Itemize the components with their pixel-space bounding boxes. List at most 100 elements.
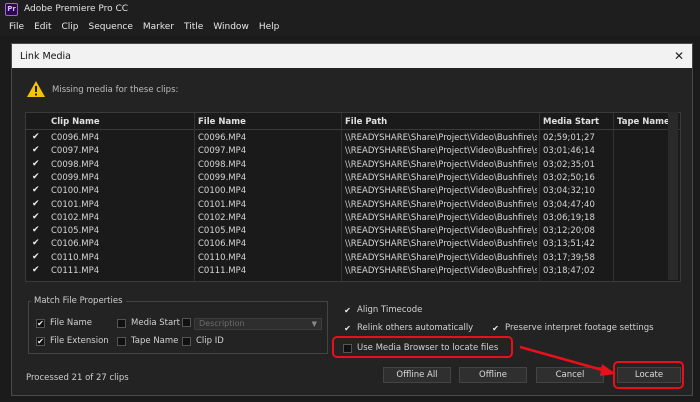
missing-media-message: Missing media for these clips: (52, 85, 179, 95)
clip-id-label: Clip ID (196, 336, 224, 346)
menu-edit[interactable]: Edit (34, 22, 51, 32)
preserve-interpret-checkbox[interactable]: ✔ (491, 324, 500, 333)
clip-name-cell: C0097.MP4 (51, 146, 100, 157)
table-row[interactable]: ✔ C0111.MP4 C0111.MP4 \\READYSHARE\Share\Pr… (26, 265, 680, 278)
clip-name-cell: C0102.MP4 (51, 212, 100, 223)
media-start-cell: 03;12;20;08 (543, 226, 595, 237)
clip-name-cell: C0098.MP4 (51, 159, 100, 170)
tape-name-checkbox[interactable] (117, 336, 126, 346)
description-dropdown[interactable]: Description ▼ (194, 318, 322, 330)
file-name-checkbox[interactable]: ✔ (36, 318, 45, 328)
column-header-media-start[interactable]: Media Start (543, 117, 599, 127)
clip-name-cell: C0100.MP4 (51, 186, 100, 197)
column-header-file-path[interactable]: File Path (345, 117, 387, 127)
media-start-checkbox[interactable] (117, 318, 126, 328)
table-row[interactable]: ✔ C0101.MP4 C0101.MP4 \\READYSHARE\Share\Pr… (26, 199, 680, 212)
file-path-cell: \\READYSHARE\Share\Project\Video\Bushfir… (345, 146, 537, 157)
file-name-cell: C0100.MP4 (198, 186, 247, 197)
option-file-name[interactable]: ✔ File Name (36, 318, 92, 328)
arrow-icon (519, 345, 616, 376)
file-extension-label: File Extension (50, 336, 109, 346)
table-row[interactable]: ✔ C0102.MP4 C0102.MP4 \\READYSHARE\Share\Pr… (26, 212, 680, 225)
row-checkbox[interactable]: ✔ (32, 199, 40, 209)
menu-clip[interactable]: Clip (62, 22, 79, 32)
clip-id-checkbox[interactable] (182, 336, 191, 346)
description-checkbox[interactable] (182, 318, 191, 327)
row-checkbox[interactable]: ✔ (32, 145, 40, 155)
menu-marker[interactable]: Marker (143, 22, 174, 32)
menu-window[interactable]: Window (213, 22, 249, 32)
clip-name-cell: C0106.MP4 (51, 239, 100, 250)
option-relink-others[interactable]: ✔ Relink others automatically (343, 323, 473, 333)
option-tape-name[interactable]: Tape Name (117, 336, 178, 346)
relink-others-checkbox[interactable]: ✔ (343, 324, 352, 333)
row-checkbox[interactable]: ✔ (32, 225, 40, 235)
file-extension-checkbox[interactable]: ✔ (36, 336, 45, 346)
relink-others-label: Relink others automatically (357, 323, 474, 333)
table-row[interactable]: ✔ C0106.MP4 C0106.MP4 \\READYSHARE\Share\Pr… (26, 238, 680, 251)
align-timecode-checkbox[interactable]: ✔ (343, 306, 352, 315)
option-preserve-interpret[interactable]: ✔ Preserve interpret footage settings (491, 323, 654, 333)
column-header-file-name[interactable]: File Name (198, 117, 246, 127)
locate-highlight (613, 361, 684, 389)
table-row[interactable]: ✔ C0096.MP4 C0096.MP4 \\READYSHARE\Share\Pr… (26, 132, 680, 145)
table-row[interactable]: ✔ C0110.MP4 C0110.MP4 \\READYSHARE\Share\Pr… (26, 252, 680, 265)
file-path-cell: \\READYSHARE\Share\Project\Video\Bushfir… (345, 199, 537, 210)
file-name-cell: C0101.MP4 (198, 199, 247, 210)
premiere-app-icon: Pr (5, 2, 18, 16)
warning-icon (27, 81, 45, 97)
tape-name-label: Tape Name (131, 336, 179, 346)
file-name-cell: C0111.MP4 (198, 266, 247, 276)
menu-sequence[interactable]: Sequence (89, 22, 133, 32)
media-browser-highlight (332, 336, 513, 358)
menu-bar: File Edit Clip Sequence Marker Title Win… (0, 18, 700, 36)
link-media-dialog: Link Media ✕ Missing media for these cli… (11, 43, 693, 396)
option-media-start[interactable]: Media Start (117, 318, 180, 328)
table-scrollbar[interactable] (668, 112, 678, 280)
table-row[interactable]: ✔ C0097.MP4 C0097.MP4 \\READYSHARE\Share\Pr… (26, 145, 680, 158)
column-header-clip-name[interactable]: Clip Name (51, 117, 100, 127)
option-align-timecode[interactable]: ✔ Align Timecode (343, 305, 422, 315)
row-checkbox[interactable]: ✔ (32, 132, 40, 142)
missing-clips-table: Clip Name File Name File Path Media Star… (25, 112, 681, 282)
row-checkbox[interactable]: ✔ (32, 238, 40, 248)
row-checkbox[interactable]: ✔ (32, 212, 40, 222)
preserve-interpret-label: Preserve interpret footage settings (505, 323, 654, 333)
row-checkbox[interactable]: ✔ (32, 252, 40, 262)
menu-title[interactable]: Title (184, 22, 203, 32)
option-clip-id[interactable]: Clip ID (182, 336, 224, 346)
media-start-label: Media Start (131, 318, 180, 328)
row-checkbox[interactable]: ✔ (32, 172, 40, 182)
file-path-cell: \\READYSHARE\Share\Project\Video\Bushfir… (345, 186, 537, 197)
file-path-cell: \\READYSHARE\Share\Project\Video\Bushfir… (345, 226, 537, 237)
match-file-properties-title: Match File Properties (31, 296, 126, 306)
dialog-title: Link Media (20, 50, 72, 62)
offline-button[interactable]: Offline (459, 367, 527, 383)
table-row[interactable]: ✔ C0098.MP4 C0098.MP4 \\READYSHARE\Share\Pr… (26, 159, 680, 172)
row-checkbox[interactable]: ✔ (32, 265, 40, 275)
dialog-header: Link Media ✕ (12, 44, 692, 68)
file-path-cell: \\READYSHARE\Share\Project\Video\Bushfir… (345, 252, 537, 263)
title-bar: Pr Adobe Premiere Pro CC (0, 0, 700, 18)
media-start-cell: 03;17;39;58 (543, 252, 595, 263)
menu-file[interactable]: File (9, 22, 24, 32)
option-file-extension[interactable]: ✔ File Extension (36, 336, 109, 346)
row-checkbox[interactable]: ✔ (32, 159, 40, 169)
file-name-cell: C0096.MP4 (198, 133, 247, 143)
media-start-cell: 02;59;01;27 (543, 133, 595, 143)
close-icon[interactable]: ✕ (674, 49, 684, 63)
file-name-cell: C0102.MP4 (198, 212, 247, 223)
description-dropdown-value: Description (199, 319, 245, 328)
clip-name-cell: C0101.MP4 (51, 199, 100, 210)
align-timecode-label: Align Timecode (357, 305, 423, 315)
table-row[interactable]: ✔ C0105.MP4 C0105.MP4 \\READYSHARE\Share\Pr… (26, 225, 680, 238)
media-start-cell: 03;02;50;16 (543, 172, 595, 183)
media-start-cell: 03;01;46;14 (543, 146, 595, 157)
menu-help[interactable]: Help (259, 22, 280, 32)
row-checkbox[interactable]: ✔ (32, 185, 40, 195)
file-name-cell: C0105.MP4 (198, 226, 247, 237)
table-row[interactable]: ✔ C0099.MP4 C0099.MP4 \\READYSHARE\Share\Pr… (26, 172, 680, 185)
column-header-tape-name[interactable]: Tape Name (617, 117, 670, 127)
table-row[interactable]: ✔ C0100.MP4 C0100.MP4 \\READYSHARE\Share\Pr… (26, 185, 680, 198)
offline-all-button[interactable]: Offline All (383, 367, 451, 383)
